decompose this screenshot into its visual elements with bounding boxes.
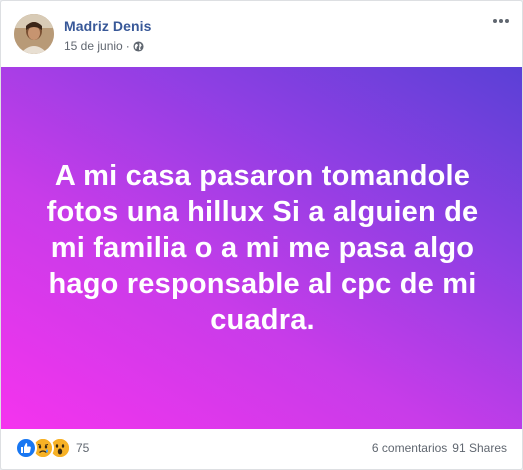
like-icon	[15, 437, 37, 459]
post-text: A mi casa pasaron tomandole fotos una hi…	[46, 160, 479, 336]
post-stats: 6 comentarios 91 Shares	[372, 441, 507, 455]
comments-count-link[interactable]: 6 comentarios	[372, 441, 447, 455]
reaction-count: 75	[76, 441, 90, 455]
globe-icon[interactable]	[133, 40, 144, 52]
post-card: Madriz Denis 15 de junio · A mi casa pas…	[0, 0, 523, 470]
reactions-summary[interactable]: 75	[15, 437, 89, 459]
post-meta: 15 de junio ·	[64, 39, 144, 53]
shares-count-link[interactable]: 91 Shares	[452, 441, 507, 455]
avatar-image	[14, 14, 54, 54]
more-options-icon[interactable]	[490, 13, 512, 29]
meta-separator: ·	[125, 39, 130, 53]
post-date[interactable]: 15 de junio	[64, 39, 123, 53]
author-name[interactable]: Madriz Denis	[64, 18, 152, 34]
post-background-banner[interactable]: A mi casa pasaron tomandole fotos una hi…	[1, 67, 522, 429]
author-avatar[interactable]	[14, 14, 54, 54]
post-header: Madriz Denis 15 de junio ·	[1, 1, 522, 67]
post-footer: 75 6 comentarios 91 Shares	[1, 429, 522, 469]
